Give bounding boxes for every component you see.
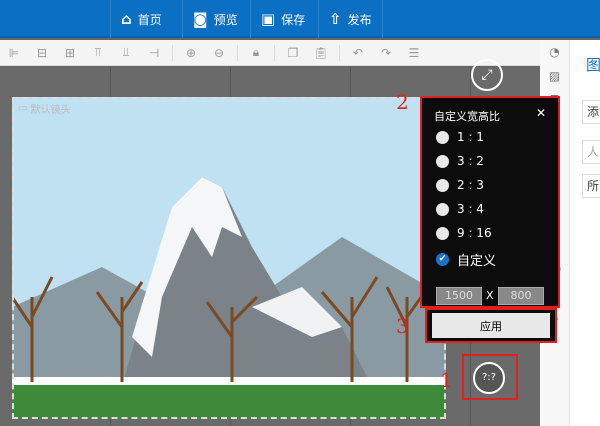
option-label: 1 : 1: [457, 130, 484, 144]
preview-icon: ◙: [193, 10, 208, 28]
ratio-option-2-3[interactable]: 2 : 3: [436, 178, 484, 192]
ratio-option-1-1[interactable]: 1 : 1: [436, 130, 484, 144]
radio[interactable]: [436, 226, 449, 240]
option-label: 3 : 2: [457, 154, 484, 168]
apply-wrapper: 应用: [425, 308, 557, 343]
fullscreen-button[interactable]: ⤢: [471, 59, 503, 91]
align-right-icon[interactable]: ⊞: [56, 46, 84, 60]
width-input[interactable]: 1500: [436, 287, 482, 305]
times-label: X: [486, 289, 494, 302]
radio[interactable]: [436, 154, 449, 168]
nav-label: 发布: [347, 12, 372, 27]
align-left-icon[interactable]: ⊫: [0, 46, 28, 60]
check-icon[interactable]: ✔: [436, 253, 449, 266]
toolbar-divider: [172, 44, 173, 61]
zoom-out-icon[interactable]: ⊖: [205, 46, 233, 60]
save-icon: ▣: [261, 10, 276, 28]
option-label: 9 : 16: [457, 226, 492, 240]
toolbar-divider: [237, 44, 238, 61]
nav-home[interactable]: ⌂ 首页: [110, 0, 172, 38]
expand-icon: ⤢: [481, 67, 493, 83]
nav-label: 预览: [213, 12, 238, 27]
copy-icon[interactable]: ❐: [279, 46, 307, 60]
ratio-option-3-4[interactable]: 3 : 4: [436, 202, 484, 216]
align-bottom-icon[interactable]: ⫫: [112, 45, 140, 60]
nav-label: 保存: [281, 12, 306, 27]
option-label: 自定义: [457, 254, 497, 269]
aspect-ratio-button[interactable]: ?:?: [473, 362, 505, 394]
radio[interactable]: [436, 130, 449, 144]
ratio-option-custom[interactable]: ✔ 自定义: [436, 250, 496, 269]
history-icon[interactable]: ☰: [400, 46, 428, 60]
option-label: 2 : 3: [457, 178, 484, 192]
panel-search[interactable]: 人: [582, 140, 600, 164]
nav-publish[interactable]: ⇧ 发布: [318, 0, 383, 38]
option-label: 3 : 4: [457, 202, 484, 216]
nav-save[interactable]: ▣ 保存: [250, 0, 315, 38]
lock-icon[interactable]: 🔒︎: [242, 45, 270, 60]
undo-icon[interactable]: ↶: [344, 46, 372, 60]
annotation-1: 1: [440, 368, 453, 392]
panel-field[interactable]: 添: [582, 100, 600, 124]
radio[interactable]: [436, 178, 449, 192]
home-icon: ⌂: [121, 10, 132, 28]
close-icon[interactable]: ✕: [536, 106, 546, 120]
paste-icon[interactable]: 📋︎: [307, 46, 335, 60]
radio[interactable]: [436, 202, 449, 216]
toolbar-divider: [339, 44, 340, 61]
shape-icon[interactable]: ◔: [540, 40, 569, 64]
annotation-3: 3: [396, 314, 409, 338]
default-camera: ▭ 默认镜头: [18, 101, 70, 116]
redo-icon[interactable]: ↷: [372, 46, 400, 60]
ratio-option-9-16[interactable]: 9 : 16: [436, 226, 492, 240]
zoom-in-icon[interactable]: ⊕: [177, 46, 205, 60]
align-middle-icon[interactable]: ⊣: [140, 46, 168, 60]
publish-icon: ⇧: [329, 10, 342, 28]
camera-label: 默认镜头: [30, 105, 71, 116]
panel-select[interactable]: 所: [582, 174, 600, 198]
top-navbar: ⌂ 首页 ◙ 预览 ▣ 保存 ⇧ 发布: [0, 0, 600, 38]
annotation-2: 2: [396, 90, 409, 114]
nav-label: 首页: [137, 12, 162, 27]
panel-title: 图: [586, 56, 600, 74]
height-input[interactable]: 800: [498, 287, 544, 305]
align-center-icon[interactable]: ⊟: [28, 46, 56, 60]
aspect-ratio-highlight: ?:?: [462, 354, 518, 400]
apply-button[interactable]: 应用: [432, 313, 550, 338]
image-icon[interactable]: ▨: [540, 64, 569, 88]
nav-preview[interactable]: ◙ 预览: [182, 0, 248, 38]
toolbar-divider: [274, 44, 275, 61]
right-panel: 图: [570, 40, 600, 426]
toolbar: ⊫ ⊟ ⊞ ⫪ ⫫ ⊣ ⊕ ⊖ 🔒︎ ❐ 📋︎ ↶ ↷ ☰: [0, 40, 540, 66]
scene-frame: [12, 97, 446, 419]
aspect-ratio-popup: 自定义宽高比 ✕ 1 : 1 3 : 2 2 : 3 3 : 4 9 : 16 …: [420, 96, 560, 308]
popup-title: 自定义宽高比: [434, 110, 500, 123]
align-top-icon[interactable]: ⫪: [84, 45, 112, 60]
camera-icon: ▭: [18, 103, 28, 114]
ratio-option-3-2[interactable]: 3 : 2: [436, 154, 484, 168]
